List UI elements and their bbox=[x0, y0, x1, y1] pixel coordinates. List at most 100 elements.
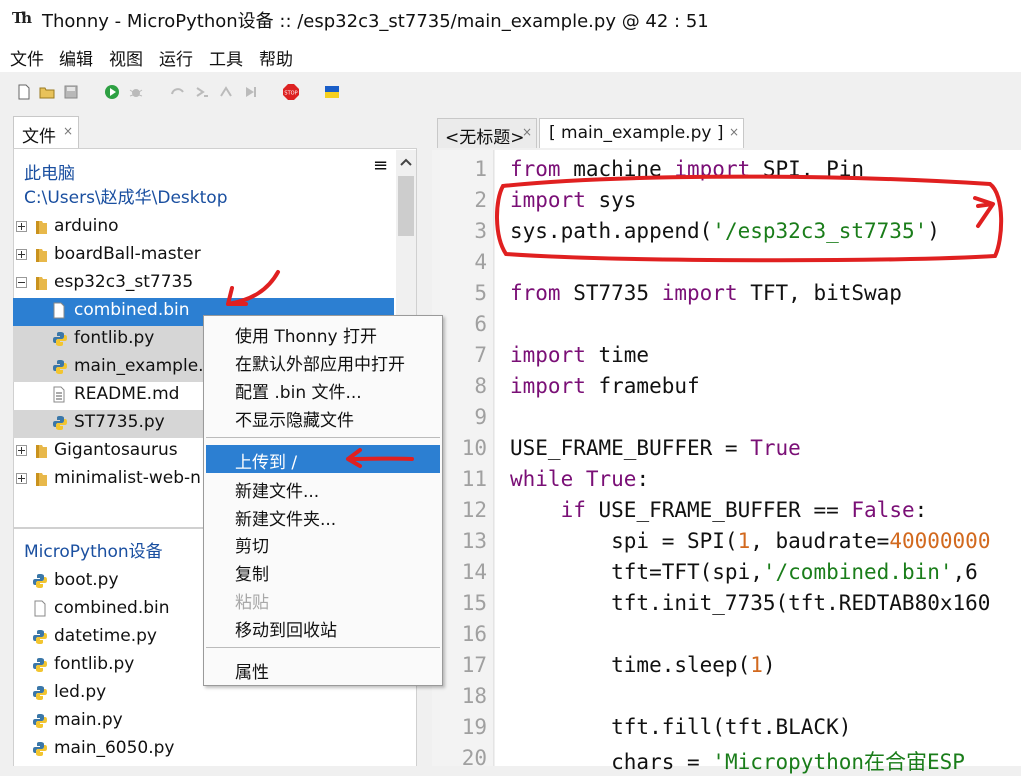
menu-run[interactable]: 运行 bbox=[159, 45, 193, 70]
line-number: 2 bbox=[474, 188, 487, 212]
python-file-icon bbox=[53, 332, 67, 346]
menu-properties[interactable]: 属性 bbox=[235, 658, 269, 683]
line-number: 1 bbox=[474, 157, 487, 181]
device-file-label: boot.py bbox=[54, 570, 119, 590]
folder-icon bbox=[36, 445, 47, 458]
tab-untitled[interactable]: <无标题> × bbox=[437, 118, 537, 148]
device-file-label: main.py bbox=[54, 710, 123, 730]
code-line: from machine import SPI, Pin bbox=[510, 157, 865, 181]
menu-open-external[interactable]: 在默认外部应用中打开 bbox=[235, 350, 405, 375]
tree-item-label: combined.bin bbox=[74, 300, 190, 320]
menu-open-with-thonny[interactable]: 使用 Thonny 打开 bbox=[235, 322, 377, 347]
menu-copy[interactable]: 复制 bbox=[235, 560, 269, 585]
resume-icon[interactable] bbox=[242, 84, 258, 100]
scrollbar-thumb[interactable] bbox=[398, 176, 414, 236]
python-file-icon bbox=[33, 658, 47, 672]
code-line: USE_FRAME_BUFFER = True bbox=[510, 436, 801, 460]
folder-icon bbox=[36, 277, 47, 290]
menu-upload-to[interactable]: 上传到 / bbox=[235, 448, 297, 473]
menu-tools[interactable]: 工具 bbox=[209, 45, 243, 70]
tab-close-icon[interactable]: × bbox=[729, 125, 739, 139]
tab-close-icon[interactable]: × bbox=[63, 124, 73, 138]
code-line: spi = SPI(1, baudrate=40000000 bbox=[510, 529, 991, 553]
tree-item-esp32c3[interactable]: esp32c3_st7735 bbox=[13, 270, 394, 298]
menu-view[interactable]: 视图 bbox=[109, 45, 143, 70]
collapse-icon[interactable] bbox=[16, 277, 27, 288]
code-line: import time bbox=[510, 343, 650, 367]
tree-item-label: arduino bbox=[54, 216, 119, 236]
device-title[interactable]: MicroPython设备 bbox=[24, 537, 163, 562]
folder-icon bbox=[36, 473, 47, 486]
open-file-icon[interactable] bbox=[39, 84, 55, 100]
run-icon[interactable] bbox=[104, 84, 120, 100]
tree-item-label: fontlib.py bbox=[74, 328, 155, 348]
menu-separator bbox=[206, 647, 440, 648]
code-line: tft.init_7735(tft.REDTAB80x160 bbox=[510, 591, 991, 615]
location-title[interactable]: 此电脑 bbox=[24, 159, 75, 184]
menu-separator bbox=[206, 437, 440, 438]
tab-files[interactable]: 文件 × bbox=[13, 116, 79, 148]
tree-item-label: Gigantosaurus bbox=[54, 440, 178, 460]
save-icon[interactable] bbox=[63, 84, 79, 100]
expand-icon[interactable] bbox=[16, 473, 27, 484]
tree-item-arduino[interactable]: arduino bbox=[13, 214, 394, 242]
new-file-icon[interactable] bbox=[16, 84, 32, 100]
code-line: import sys bbox=[510, 188, 637, 212]
menu-configure-bin[interactable]: 配置 .bin 文件... bbox=[235, 378, 362, 403]
device-file-label: datetime.py bbox=[54, 626, 157, 646]
line-number: 19 bbox=[461, 715, 487, 739]
python-file-icon bbox=[33, 714, 47, 728]
menu-new-file[interactable]: 新建文件... bbox=[235, 477, 319, 502]
tree-item-label: boardBall-master bbox=[54, 244, 201, 264]
step-into-icon[interactable] bbox=[194, 84, 210, 100]
thonny-logo-icon: Th bbox=[12, 9, 32, 27]
tab-close-icon[interactable]: × bbox=[522, 125, 532, 139]
panel-menu-icon[interactable]: ≡ bbox=[373, 155, 388, 176]
menu-cut[interactable]: 剪切 bbox=[235, 532, 269, 557]
code-line: time.sleep(1) bbox=[510, 653, 776, 677]
stop-icon[interactable]: STOP bbox=[282, 83, 300, 101]
step-over-icon[interactable] bbox=[170, 84, 186, 100]
python-file-icon bbox=[33, 686, 47, 700]
expand-icon[interactable] bbox=[16, 249, 27, 260]
code-line: if USE_FRAME_BUFFER == False: bbox=[560, 498, 928, 522]
menu-edit[interactable]: 编辑 bbox=[59, 45, 93, 70]
line-number: 3 bbox=[474, 219, 487, 243]
folder-icon bbox=[36, 221, 47, 234]
menu-new-folder[interactable]: 新建文件夹... bbox=[235, 505, 336, 530]
menu-help[interactable]: 帮助 bbox=[259, 45, 293, 70]
code-line: from ST7735 import TFT, bitSwap bbox=[510, 281, 902, 305]
device-file-main[interactable]: main.py bbox=[13, 708, 394, 736]
code-line: tft=TFT(spi,'/combined.bin',6 bbox=[510, 560, 978, 584]
breadcrumb[interactable]: C:\Users\赵成华\Desktop bbox=[24, 183, 228, 208]
debug-icon[interactable] bbox=[128, 84, 144, 100]
window-title: Thonny - MicroPython设备 :: /esp32c3_st773… bbox=[42, 11, 709, 32]
step-out-icon[interactable] bbox=[218, 84, 234, 100]
tab-main-example-label: [ main_example.py ] bbox=[549, 123, 724, 143]
expand-icon[interactable] bbox=[16, 445, 27, 456]
expand-icon[interactable] bbox=[16, 221, 27, 232]
code-line: while True: bbox=[510, 467, 650, 491]
svg-text:STOP: STOP bbox=[284, 91, 297, 97]
device-file-main-6050[interactable]: main_6050.py bbox=[13, 736, 394, 764]
menu-paste[interactable]: 粘贴 bbox=[235, 588, 269, 613]
python-file-icon bbox=[33, 574, 47, 588]
menu-file[interactable]: 文件 bbox=[10, 45, 44, 70]
tree-item-label: ST7735.py bbox=[74, 412, 165, 432]
tab-main-example[interactable]: [ main_example.py ] × bbox=[539, 118, 744, 148]
flag-icon[interactable] bbox=[324, 84, 340, 100]
python-file-icon bbox=[33, 742, 47, 756]
line-number: 18 bbox=[461, 684, 487, 708]
tree-item-label: README.md bbox=[74, 384, 180, 404]
code-line: sys.path.append('/esp32c3_st7735') bbox=[510, 219, 940, 243]
menu-move-to-trash[interactable]: 移动到回收站 bbox=[235, 616, 337, 641]
device-file-label: fontlib.py bbox=[54, 654, 135, 674]
tree-item-boardball[interactable]: boardBall-master bbox=[13, 242, 394, 270]
python-file-icon bbox=[33, 630, 47, 644]
menu-hide-hidden-files[interactable]: 不显示隐藏文件 bbox=[235, 406, 354, 431]
menu-bar: 文件 编辑 视图 运行 工具 帮助 bbox=[0, 38, 1021, 72]
scroll-up-icon[interactable] bbox=[396, 152, 416, 172]
code-line: import framebuf bbox=[510, 374, 700, 398]
tab-untitled-label: <无标题> bbox=[445, 128, 525, 148]
folder-icon bbox=[36, 249, 47, 262]
